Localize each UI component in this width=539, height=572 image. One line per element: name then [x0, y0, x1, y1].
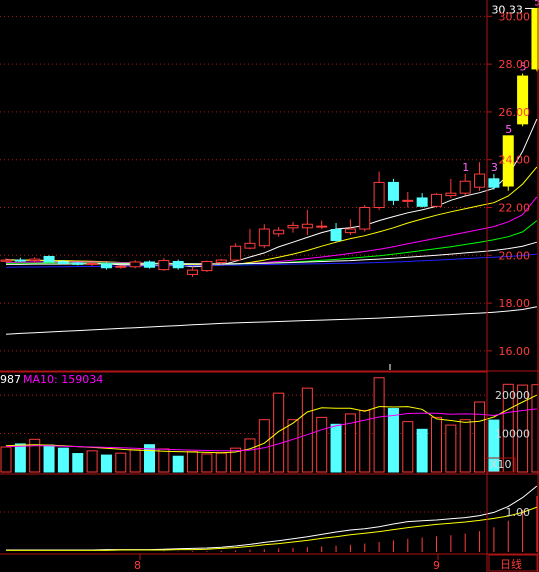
volume-bar[interactable] — [187, 451, 199, 473]
candle-body[interactable] — [359, 207, 371, 230]
volume-bar[interactable] — [72, 453, 84, 473]
volume-ma10-legend: MA10: 159034 — [23, 373, 103, 386]
volume-bar[interactable] — [431, 416, 442, 473]
volume-tick-label: 10000 — [495, 428, 530, 441]
candle-body[interactable] — [258, 228, 270, 247]
volume-bar[interactable] — [115, 452, 127, 473]
volume-bar[interactable] — [387, 408, 399, 473]
volume-bar[interactable] — [273, 392, 285, 473]
indicator-tick-label: 1.00 — [506, 506, 531, 519]
candle-body[interactable] — [373, 181, 385, 209]
candle-body[interactable] — [387, 181, 399, 201]
volume-bar[interactable] — [287, 419, 299, 473]
candle-body[interactable] — [43, 255, 55, 263]
candle-body[interactable] — [14, 259, 26, 262]
volume-bar[interactable] — [301, 387, 313, 473]
volume-bar[interactable] — [100, 454, 112, 473]
candle-body[interactable] — [86, 262, 98, 265]
volume-bar[interactable] — [445, 424, 457, 473]
candle-body[interactable] — [144, 261, 155, 268]
volume-bar[interactable] — [129, 449, 141, 473]
stock-chart[interactable]: 1 355530.33 16.0018.0020.0022.0024.0026.0… — [0, 0, 539, 572]
candle-body[interactable] — [445, 192, 457, 197]
candle-body[interactable] — [301, 223, 313, 229]
volume-bar[interactable] — [0, 446, 12, 473]
volume-bar[interactable] — [158, 448, 170, 473]
candle-body[interactable] — [488, 178, 500, 188]
candle-body[interactable] — [344, 228, 356, 234]
volume-bar[interactable] — [172, 455, 184, 473]
candle-body[interactable] — [215, 259, 227, 263]
candle-body[interactable] — [416, 197, 428, 207]
ma-line-ma30 — [5, 220, 538, 265]
price-tick-label: 28.00 — [499, 58, 531, 71]
price-tick-label: 24.00 — [499, 154, 531, 167]
indicator-line-2 — [6, 506, 538, 551]
candle-body[interactable] — [72, 262, 84, 265]
volume-panel[interactable] — [0, 377, 539, 473]
volume-bar[interactable] — [244, 438, 256, 473]
volume-bar[interactable] — [86, 450, 98, 473]
price-tick-label: 22.00 — [499, 202, 531, 215]
candle-body[interactable] — [187, 269, 199, 275]
period-button-daily[interactable]: 日线 — [500, 557, 522, 571]
candle-body[interactable] — [244, 242, 256, 249]
volume-bar[interactable] — [43, 444, 55, 473]
candle-body[interactable] — [474, 173, 486, 188]
price-tick-label: 18.00 — [499, 297, 531, 310]
candle-body[interactable] — [201, 261, 213, 272]
volume-bar[interactable] — [474, 401, 486, 473]
price-panel[interactable]: 1 355530.33 — [0, 0, 539, 352]
volume-ma5-line — [5, 394, 538, 454]
volume-bar[interactable] — [258, 419, 270, 473]
volume-tick-label: 20000 — [495, 389, 530, 402]
date-tick-9: 9 — [433, 559, 440, 572]
volume-legend-partial: 987 — [0, 373, 21, 386]
candle-marker: 5 — [505, 123, 512, 136]
volume-unit-label: X10 — [490, 458, 512, 471]
indicator-line-1 — [6, 485, 538, 551]
volume-bar[interactable] — [373, 377, 385, 473]
ma-line-ma250 — [5, 306, 537, 335]
candle-body[interactable] — [431, 193, 442, 207]
chart-frame — [0, 0, 539, 572]
volume-ma10-line — [5, 408, 537, 452]
candle-body[interactable] — [402, 199, 414, 202]
candle-body[interactable] — [230, 245, 242, 261]
candle-body[interactable] — [273, 229, 285, 235]
price-tick-label: 16.00 — [499, 345, 531, 358]
candle-body[interactable] — [172, 261, 184, 269]
price-tick-label: 20.00 — [499, 249, 531, 262]
volume-bar[interactable] — [330, 423, 342, 473]
volume-bar[interactable] — [316, 416, 328, 473]
candle-body[interactable] — [0, 259, 12, 262]
volume-bar[interactable] — [416, 428, 428, 473]
volume-bar[interactable] — [14, 443, 26, 473]
candle-body[interactable] — [287, 224, 299, 229]
ma-line-ma5 — [5, 118, 538, 268]
ma-line-ma10 — [6, 166, 538, 266]
price-tick-label: 26.00 — [499, 106, 531, 119]
candle-body[interactable] — [129, 261, 141, 268]
candle-body[interactable] — [316, 225, 328, 228]
candle-body[interactable] — [57, 261, 69, 264]
volume-bar[interactable] — [459, 419, 471, 473]
volume-bar[interactable] — [215, 452, 227, 473]
candle-marker: 3 — [491, 161, 498, 174]
candle-body[interactable] — [29, 258, 41, 262]
date-tick-8: 8 — [134, 559, 141, 572]
volume-bar[interactable] — [402, 421, 414, 473]
candle-body[interactable] — [158, 260, 170, 271]
volume-bar[interactable] — [201, 453, 213, 473]
candle-body[interactable] — [330, 228, 342, 241]
volume-bar[interactable] — [57, 447, 69, 473]
candle-body[interactable] — [100, 263, 112, 269]
price-tick-label: 30.00 — [499, 10, 531, 23]
candle-body[interactable] — [459, 180, 471, 194]
candle-marker: 1 — [462, 161, 469, 174]
ma-line-ma120 — [5, 253, 537, 268]
indicator-panel[interactable] — [0, 485, 538, 552]
candle-body[interactable] — [115, 265, 127, 268]
